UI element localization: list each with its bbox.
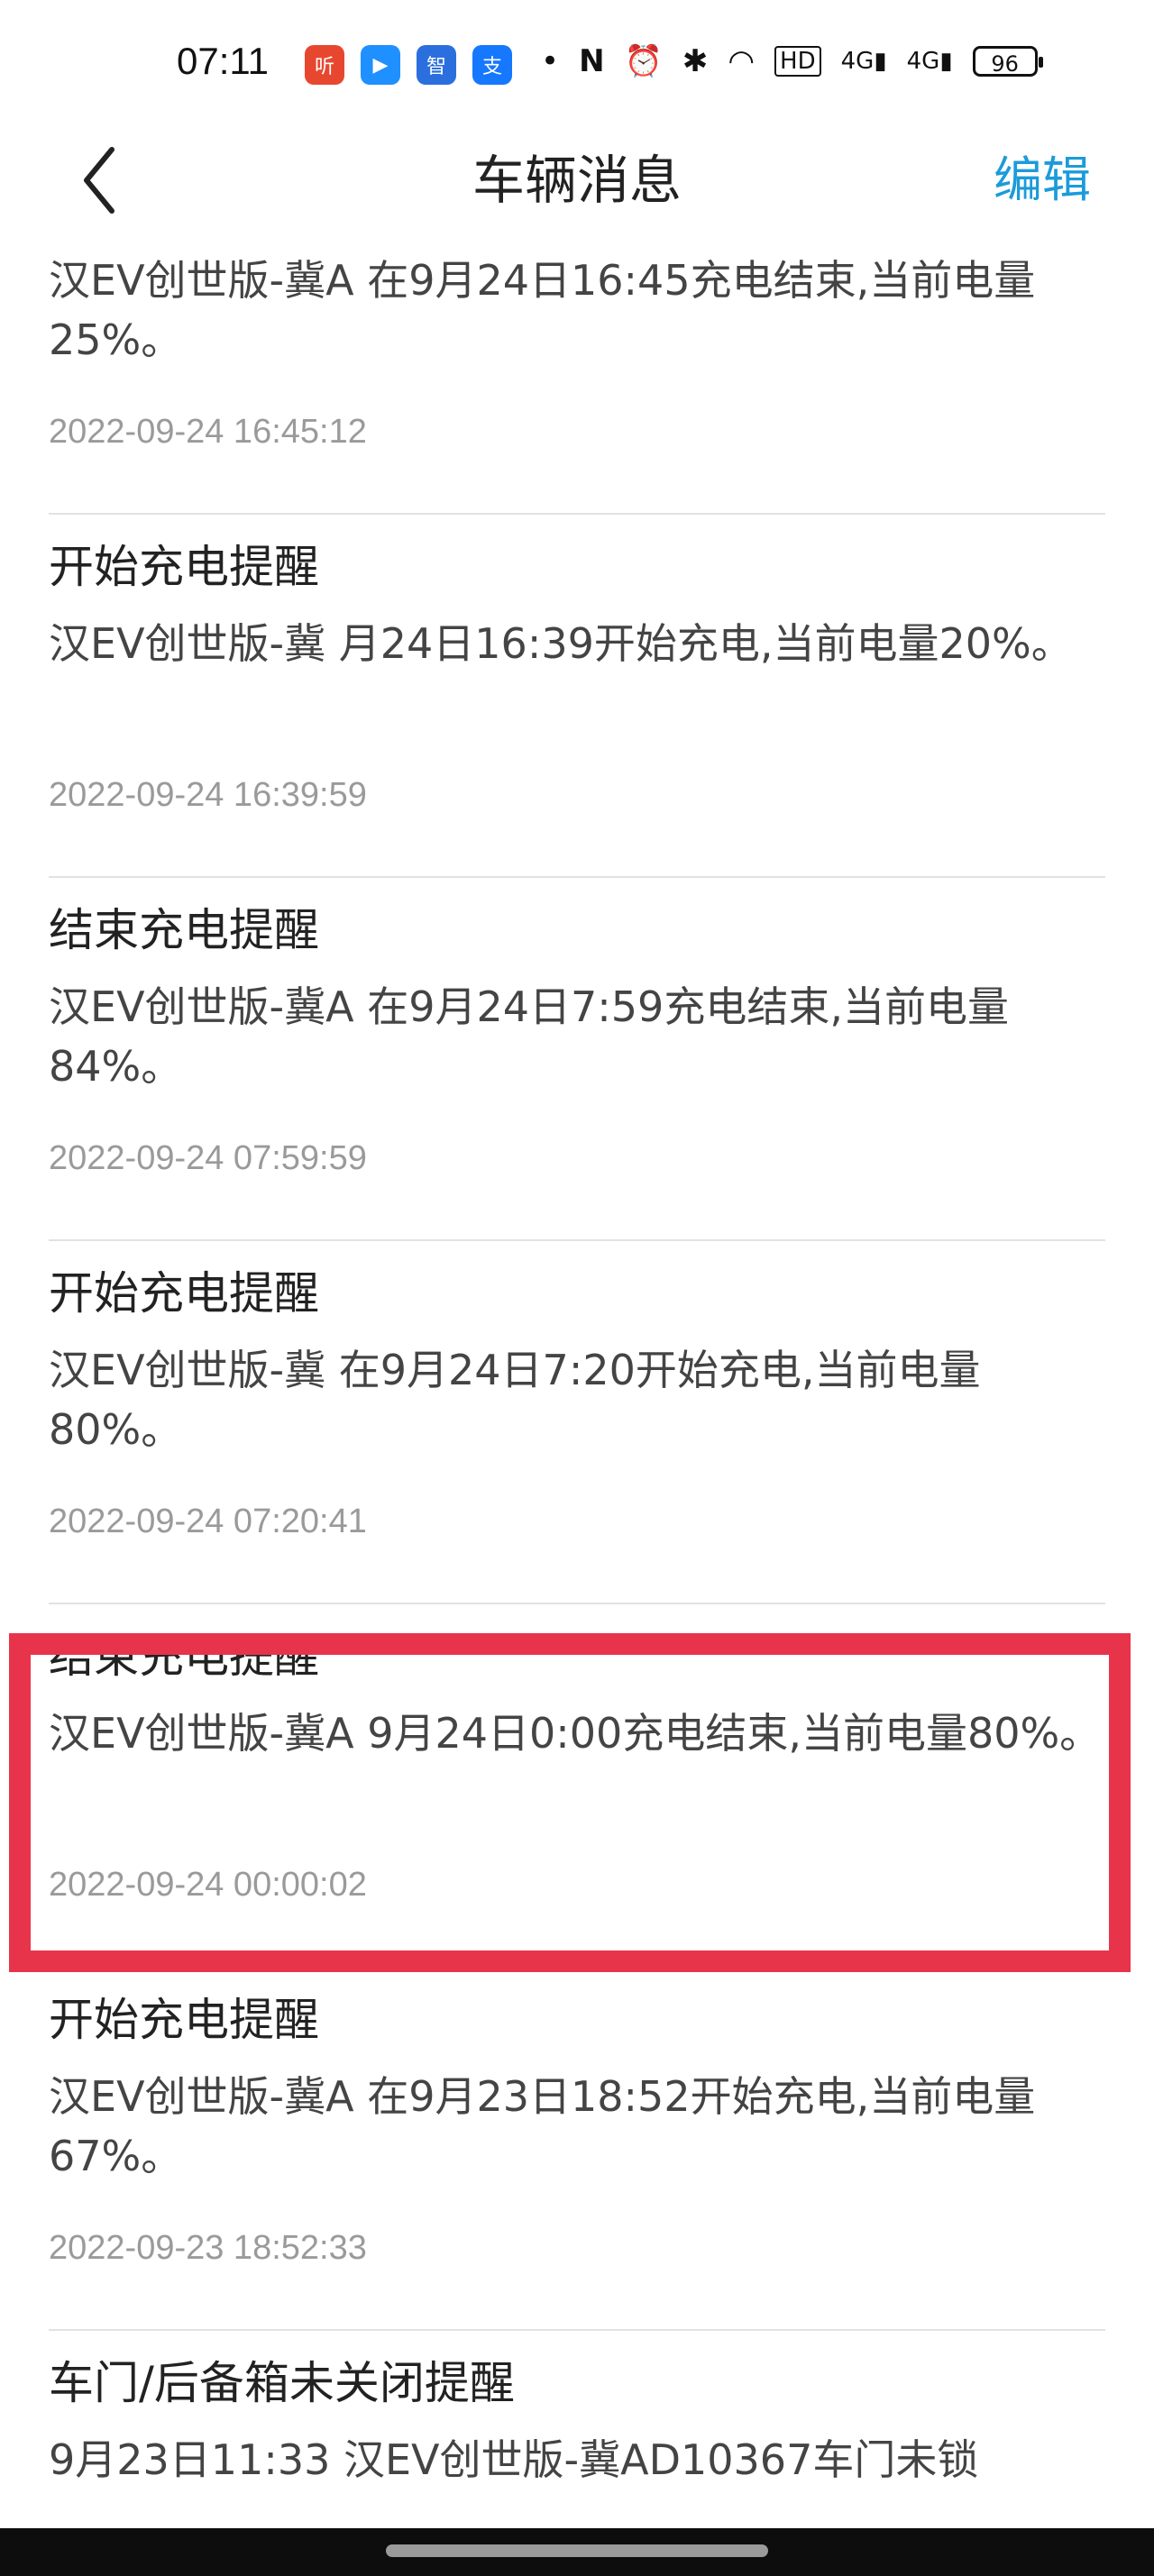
alipay-icon: 支 xyxy=(472,45,512,85)
status-time: 07:11 xyxy=(177,40,269,82)
wifi-icon: ◠ xyxy=(728,43,756,79)
message-body: 9月23日11:33 汉EV创世版-冀AD10367车门未锁 xyxy=(49,2435,979,2484)
edit-button[interactable]: 编辑 xyxy=(994,135,1091,225)
list-item[interactable]: 结束充电提醒 汉EV创世版-冀A 在9月24日16:45充电结束,当前电量25%… xyxy=(49,225,1105,515)
bluetooth-icon: ✱ xyxy=(682,43,709,79)
list-item[interactable]: 开始充电提醒 汉EV创世版-冀 月24日16:39开始充电,当前电量20%。 2… xyxy=(49,515,1105,878)
message-title: 开始充电提醒 xyxy=(49,1994,319,2046)
nfc-icon: N xyxy=(579,43,605,79)
signal-icon-2: 4G▮ xyxy=(906,48,953,75)
message-body: 汉EV创世版-冀A 在9月24日7:59充电结束,当前电量84%。 xyxy=(49,982,1009,1091)
page-title: 车辆消息 xyxy=(472,150,682,211)
system-icons: • N ⏰ ✱ ◠ HD 4G▮ 4G▮ 96 xyxy=(541,43,1043,79)
alarm-icon: ⏰ xyxy=(624,43,663,79)
message-body: 汉EV创世版-冀 月24日16:39开始充电,当前电量20%。 xyxy=(49,619,1073,668)
list-item[interactable]: 开始充电提醒 汉EV创世版-冀A 在9月23日18:52开始充电,当前电量67%… xyxy=(49,1968,1105,2331)
message-title: 开始充电提醒 xyxy=(49,1267,319,1320)
status-bar: 07:11 听 ▶ 智 支 • N ⏰ ✱ ◠ HD 4G▮ 4G▮ 96 xyxy=(0,0,1154,135)
message-title: 结束充电提醒 xyxy=(49,225,319,238)
message-body: 汉EV创世版-冀A 9月24日0:00充电结束,当前电量80%。 xyxy=(49,1709,1102,1758)
message-time: 2022-09-24 00:00:02 xyxy=(49,1866,367,1904)
message-body: 汉EV创世版-冀 在9月24日7:20开始充电,当前电量80%。 xyxy=(49,1346,981,1454)
dot-icon: • xyxy=(541,43,560,79)
message-title: 结束充电提醒 xyxy=(49,904,319,956)
navigation-bar: 车辆消息 编辑 xyxy=(0,135,1154,225)
smart-home-icon: 智 xyxy=(417,45,456,85)
battery-icon: 96 xyxy=(972,46,1043,77)
message-body: 汉EV创世版-冀A 在9月23日18:52开始充电,当前电量67%。 xyxy=(49,2072,1036,2180)
signal-icon-1: 4G▮ xyxy=(840,48,887,75)
list-item[interactable]: 结束充电提醒 汉EV创世版-冀A 9月24日0:00充电结束,当前电量80%。 … xyxy=(49,1604,1105,1968)
message-title: 开始充电提醒 xyxy=(49,541,319,593)
youku-icon: ▶ xyxy=(361,45,400,85)
message-title: 车门/后备箱未关闭提醒 xyxy=(49,2357,515,2409)
message-list[interactable]: 结束充电提醒 汉EV创世版-冀A 在9月24日16:45充电结束,当前电量25%… xyxy=(0,225,1154,2488)
message-time: 2022-09-24 16:39:59 xyxy=(49,776,367,814)
message-title: 结束充电提醒 xyxy=(49,1631,319,1683)
notification-icons: 听 ▶ 智 支 xyxy=(305,45,512,85)
list-item[interactable]: 车门/后备箱未关闭提醒 9月23日11:33 汉EV创世版-冀AD10367车门… xyxy=(49,2331,1105,2488)
message-time: 2022-09-24 16:45:12 xyxy=(49,413,367,451)
home-gesture-handle[interactable] xyxy=(386,2544,768,2557)
hd-icon: HD xyxy=(774,46,821,77)
message-time: 2022-09-23 18:52:33 xyxy=(49,2229,367,2267)
list-item[interactable]: 结束充电提醒 汉EV创世版-冀A 在9月24日7:59充电结束,当前电量84%。… xyxy=(49,878,1105,1241)
list-item[interactable]: 开始充电提醒 汉EV创世版-冀 在9月24日7:20开始充电,当前电量80%。 … xyxy=(49,1241,1105,1604)
message-time: 2022-09-24 07:59:59 xyxy=(49,1139,367,1177)
ximalaya-icon: 听 xyxy=(305,45,344,85)
message-time: 2022-09-24 07:20:41 xyxy=(49,1503,367,1540)
message-body: 汉EV创世版-冀A 在9月24日16:45充电结束,当前电量25%。 xyxy=(49,256,1036,364)
